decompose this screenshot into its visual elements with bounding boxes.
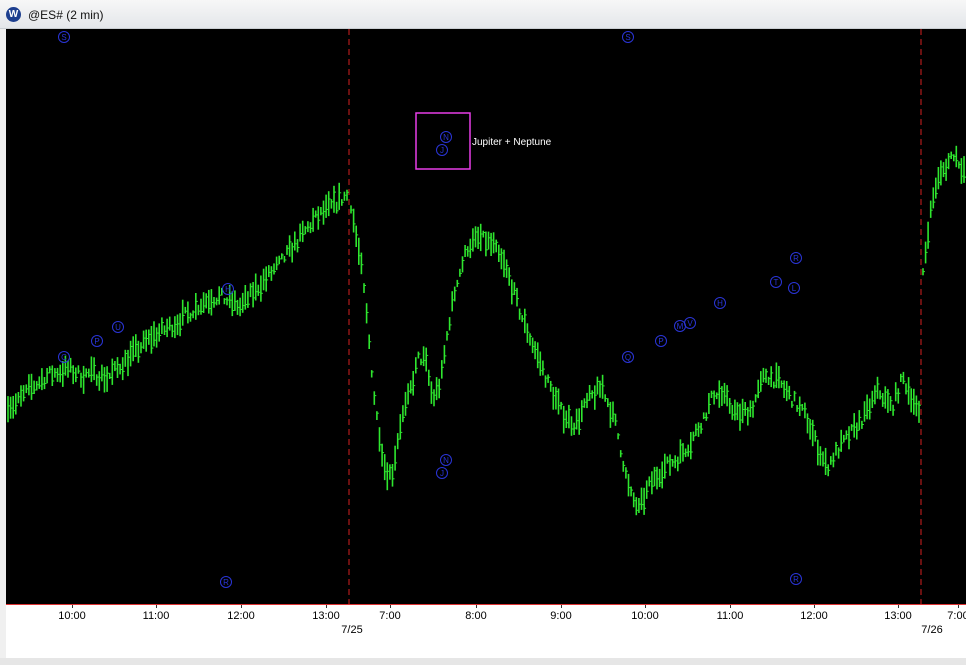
- planet-glyph-t: T: [774, 278, 779, 287]
- x-tick-mark: [241, 605, 242, 608]
- planet-glyph-s: S: [61, 33, 66, 42]
- highlight-label: Jupiter + Neptune: [472, 137, 552, 148]
- planet-glyph-l: L: [792, 284, 797, 293]
- window-title: @ES# (2 min): [28, 8, 104, 22]
- date-label: 7/26: [921, 624, 943, 636]
- planet-glyph-c: C: [61, 353, 67, 362]
- x-tick-label: 11:00: [142, 610, 170, 622]
- planet-glyph-q: Q: [625, 353, 631, 362]
- planet-glyph-p: P: [658, 337, 663, 346]
- x-tick-mark: [958, 605, 959, 608]
- x-tick-mark: [898, 605, 899, 608]
- x-tick-label: 10:00: [58, 610, 86, 622]
- x-tick-mark: [814, 605, 815, 608]
- price-chart-svg: S SCPHUQPM VHTLRNJR RNJJupiter + Neptune: [7, 29, 966, 604]
- x-tick-mark: [730, 605, 731, 608]
- highlight-glyph: N: [443, 133, 449, 142]
- planet-glyph-u: U: [115, 323, 121, 332]
- x-tick-label: 13:00: [884, 610, 912, 622]
- planet-glyph-r: R: [223, 578, 229, 587]
- x-tick-label: 12:00: [800, 610, 828, 622]
- planet-glyph-m: M: [677, 322, 684, 331]
- planet-glyph-h: H: [225, 285, 231, 294]
- planet-glyph-p: P: [94, 337, 99, 346]
- x-tick-mark: [561, 605, 562, 608]
- x-tick-label: 11:00: [716, 610, 744, 622]
- x-tick-label: 8:00: [465, 610, 487, 622]
- x-tick-mark: [326, 605, 327, 608]
- planet-glyph-j: J: [440, 469, 444, 478]
- planet-glyph-n: N: [443, 456, 449, 465]
- x-tick-mark: [476, 605, 477, 608]
- x-tick-label: 12:00: [227, 610, 255, 622]
- planet-glyph-h: H: [717, 299, 723, 308]
- x-tick-label: 7:00: [379, 610, 401, 622]
- x-tick-mark: [156, 605, 157, 608]
- date-label: 7/25: [341, 624, 363, 636]
- x-tick-mark: [72, 605, 73, 608]
- x-tick-mark: [390, 605, 391, 608]
- status-bar: [0, 658, 966, 665]
- x-tick-mark: [645, 605, 646, 608]
- x-tick-label: 13:00: [312, 610, 340, 622]
- highlight-glyph: J: [440, 146, 444, 155]
- planet-glyph-s: S: [625, 33, 630, 42]
- app-icon[interactable]: W: [6, 7, 21, 22]
- x-tick-label: 9:00: [550, 610, 572, 622]
- planet-glyph-v: V: [687, 319, 693, 328]
- x-tick-label: 7:00: [947, 610, 966, 622]
- planet-glyph-r: R: [793, 254, 799, 263]
- title-bar: W @ES# (2 min): [0, 0, 966, 29]
- chart-plot-area[interactable]: S S C P H U Q P M V H T L R N J R R N J Jupiter + Neptune: [6, 29, 966, 604]
- time-axis: 10:00 11:00 12:00 13:00 7:00 8:00 9:00 10:00 11:…: [6, 604, 966, 659]
- x-tick-label: 10:00: [631, 610, 659, 622]
- planet-glyph-r: R: [793, 575, 799, 584]
